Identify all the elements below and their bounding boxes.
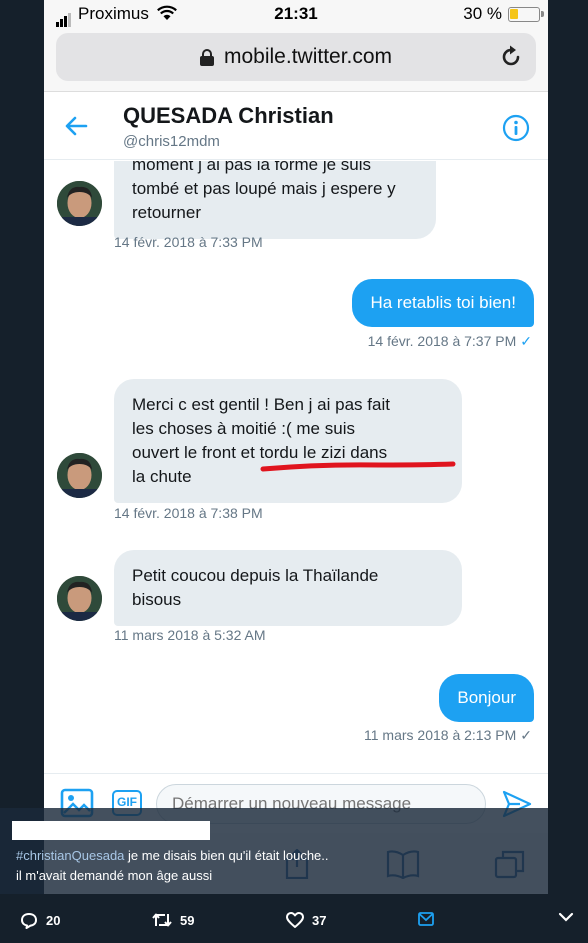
message-line: Merci c est gentil ! Ben j ai pas fait (132, 395, 390, 414)
message-timestamp: 14 févr. 2018 à 7:33 PM (114, 234, 263, 250)
message-bubble-sent[interactable]: Ha retablis toi bien! (352, 279, 534, 327)
address-bar[interactable]: mobile.twitter.com (56, 33, 536, 81)
message-bubble-sent[interactable]: Bonjour (439, 674, 534, 722)
message-line: moment j ai pas la forme je suis (132, 161, 372, 174)
battery-icon (508, 7, 544, 22)
avatar[interactable] (57, 576, 102, 621)
phone-screen: Proximus 21:31 30 % mobile.twitter.com Q… (44, 0, 548, 943)
caption-line-1: #christianQuesada je me disais bien qu'i… (16, 848, 329, 863)
retweet-button[interactable]: 59 (152, 912, 194, 928)
info-icon[interactable] (502, 114, 530, 147)
tweet-caption-overlay: #christianQuesada je me disais bien qu'i… (0, 808, 548, 894)
message-bubble-received[interactable]: Petit coucou depuis la Thaïlande bisous (114, 550, 462, 626)
message-timestamp: 11 mars 2018 à 2:13 PM ✓ (364, 727, 532, 744)
conversation-handle: @chris12mdm (123, 133, 220, 150)
url-text: mobile.twitter.com (224, 45, 393, 68)
message-timestamp: 11 mars 2018 à 5:32 AM (114, 627, 266, 643)
timestamp-text: 14 févr. 2018 à 7:37 PM (367, 333, 517, 349)
message-line: les choses à moitié :( me suis (132, 419, 355, 438)
browser-address-area: mobile.twitter.com (44, 28, 548, 92)
battery-percent: 30 % (463, 4, 502, 23)
message-list: moment j ai pas la forme je suis tombé e… (44, 161, 548, 773)
like-button[interactable]: 37 (286, 912, 326, 928)
reply-count: 20 (46, 913, 61, 928)
caption-text: je me disais bien qu'il était louche.. (124, 848, 329, 863)
retweet-count: 59 (180, 912, 195, 928)
reply-button[interactable]: 20 (20, 912, 60, 929)
like-count: 37 (312, 912, 327, 928)
back-arrow-icon[interactable] (64, 115, 88, 142)
chevron-down-icon (558, 912, 574, 922)
hashtag-link[interactable]: #christianQuesada (16, 848, 124, 863)
tweet-action-bar: 20 59 37 (0, 894, 588, 943)
avatar[interactable] (57, 453, 102, 498)
message-line: retourner (132, 203, 201, 222)
battery-fill (510, 9, 518, 19)
conversation-header: QUESADA Christian @chris12mdm (44, 93, 548, 160)
read-check-icon: ✓ (520, 333, 532, 349)
message-bubble-received[interactable]: Merci c est gentil ! Ben j ai pas fait l… (114, 379, 462, 503)
lock-icon (200, 49, 214, 66)
heart-icon (286, 912, 304, 928)
retweet-icon (152, 913, 172, 927)
message-line: Petit coucou depuis la Thaïlande (132, 566, 379, 585)
envelope-icon (418, 912, 434, 926)
message-bubble-received[interactable]: moment j ai pas la forme je suis tombé e… (114, 161, 436, 239)
redacted-box (12, 821, 210, 840)
red-underline-annotation (260, 461, 456, 472)
message-button[interactable] (418, 912, 442, 926)
more-menu[interactable] (558, 912, 582, 922)
message-timestamp: 14 févr. 2018 à 7:38 PM (114, 505, 263, 521)
sent-check-icon: ✓ (520, 727, 532, 743)
conversation-name: QUESADA Christian (123, 103, 334, 128)
reload-icon[interactable] (498, 44, 524, 70)
timestamp-text: 11 mars 2018 à 2:13 PM (363, 727, 517, 743)
message-line: bisous (132, 590, 182, 609)
reply-icon (21, 913, 37, 929)
status-bar: Proximus 21:31 30 % (44, 0, 548, 28)
message-timestamp: 14 févr. 2018 à 7:37 PM ✓ (368, 333, 532, 350)
message-line: tombé et pas loupé mais j espere y (132, 179, 396, 198)
caption-line-2: il m'avait demandé mon âge aussi (16, 868, 213, 883)
avatar[interactable] (57, 181, 102, 226)
